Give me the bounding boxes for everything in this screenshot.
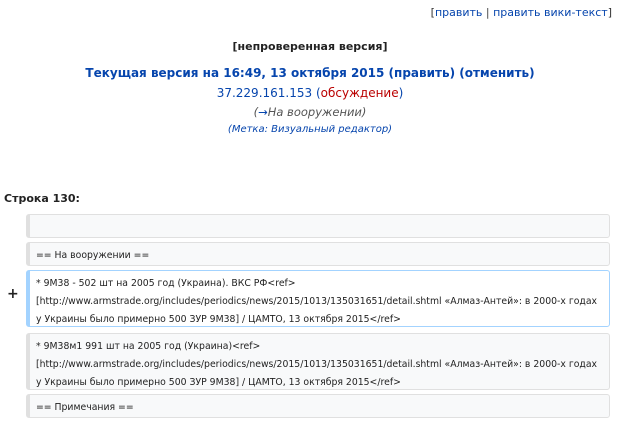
diff-context-line: [26, 214, 610, 238]
edit-link[interactable]: править: [435, 6, 482, 19]
diff-added-line: * 9М38 - 502 шт на 2005 год (Украина). В…: [26, 270, 610, 327]
talk-paren-open: (: [312, 86, 321, 100]
summary-paren-close: ): [361, 105, 367, 119]
tag-value: Визуальный редактор: [271, 124, 389, 135]
ip-user-link[interactable]: 37.229.161.153: [217, 86, 312, 100]
bracket-close: ]: [607, 6, 612, 19]
diff-context-line: == Примечания ==: [26, 394, 610, 418]
unchecked-version-label: [непроверенная версия]: [232, 40, 388, 53]
author-line: 37.229.161.153 (обсуждение): [0, 86, 620, 100]
edit-wikitext-link[interactable]: править вики-текст: [493, 6, 608, 19]
current-version-line: Текущая версия на 16:49, 13 октября 2015…: [0, 66, 620, 80]
summary-section: На вооружении: [267, 105, 362, 119]
undo-link[interactable]: отменить: [465, 66, 529, 80]
link-separator: |: [482, 6, 494, 19]
tag-paren-close: ): [388, 124, 393, 135]
diff-line-number: Строка 130:: [4, 192, 80, 205]
undo-paren-close: ): [529, 66, 535, 80]
section-arrow-link[interactable]: →: [258, 105, 268, 119]
edit-tag: (Метка: Визуальный редактор): [0, 124, 620, 135]
revision-edit-link[interactable]: править: [394, 66, 450, 80]
diff-context-line: == На вооружении ==: [26, 242, 610, 266]
edit-paren-open: (: [384, 66, 395, 80]
top-links: [править | править вики-текст]: [431, 6, 612, 19]
undo-paren-open: (: [455, 66, 465, 80]
added-line-marker: +: [7, 286, 19, 302]
talk-paren-close: ): [398, 86, 404, 100]
talk-link[interactable]: обсуждение: [321, 86, 399, 100]
tags-link[interactable]: Метка: [232, 124, 265, 135]
current-version-link[interactable]: Текущая версия на 16:49, 13 октября 2015: [85, 66, 384, 80]
diff-context-line: * 9М38м1 991 шт на 2005 год (Украина)<re…: [26, 333, 610, 390]
edit-summary: (→На вооружении): [0, 105, 620, 119]
